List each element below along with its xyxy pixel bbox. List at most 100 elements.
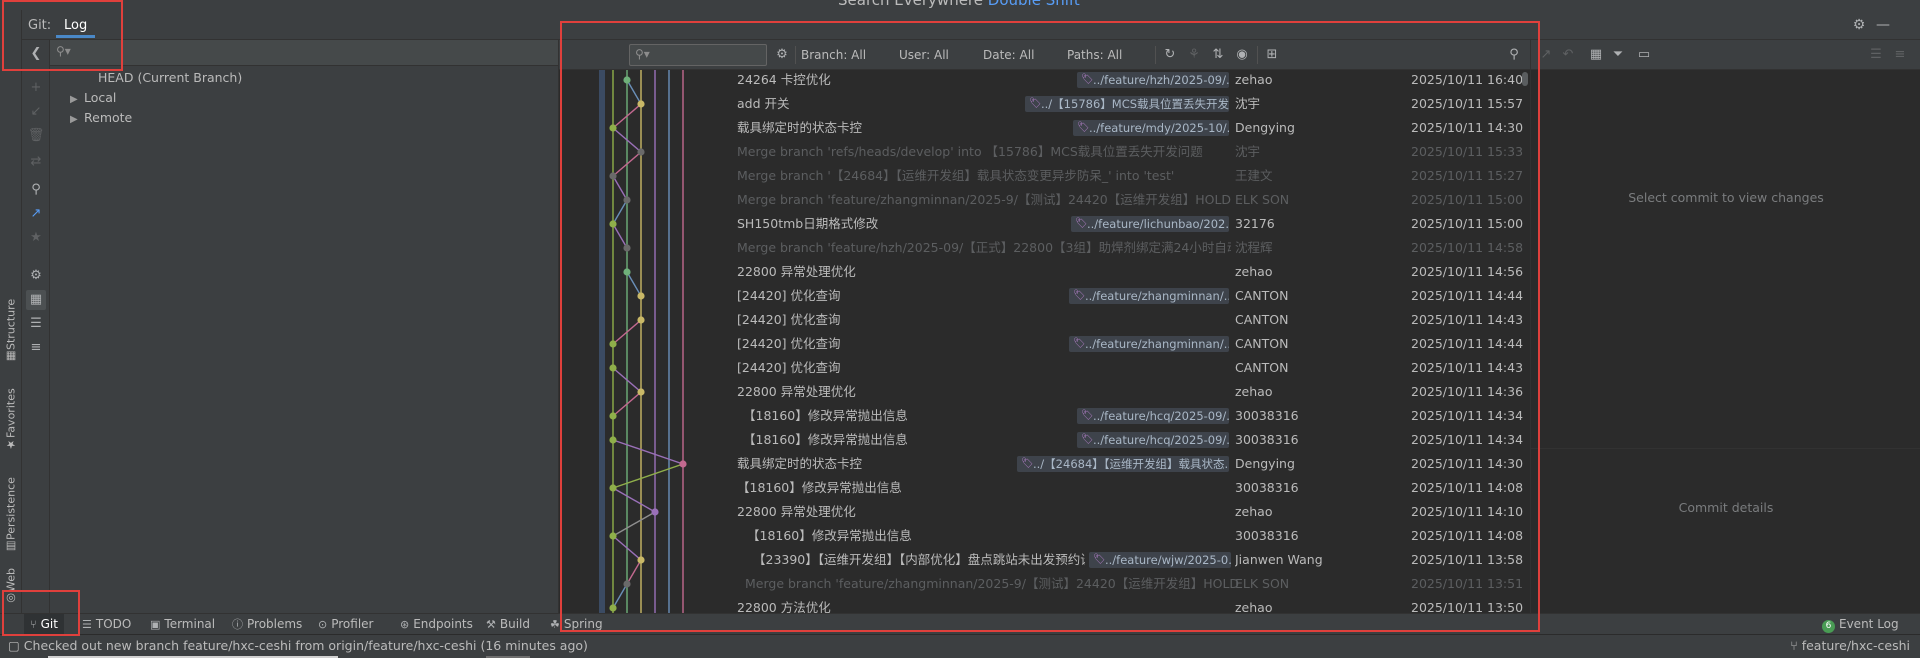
commit-row[interactable]: 【23390】【运维开发组】【内部优化】盘点跳站未出发预约设 🏷 ../featur… — [559, 548, 1531, 572]
commit-row[interactable]: 22800 异常处理优化 zehao 2025/10/11 14:36 — [559, 380, 1531, 404]
branch-tree-local[interactable]: ▶ Local — [70, 88, 116, 108]
expand-all-icon[interactable]: ☰ — [1867, 46, 1885, 64]
commit-list-scrollbar[interactable] — [1522, 72, 1528, 86]
branch-ref-label[interactable]: 🏷 ../feature/mdy/2025-10/... — [1073, 120, 1229, 136]
commit-row[interactable]: 22800 异常处理优化 zehao 2025/10/11 14:10 — [559, 500, 1531, 524]
profiler-tool-button[interactable]: ⊙ Profiler — [312, 614, 379, 635]
branch-ref-label[interactable]: 🏷 ../feature/hcq/2025-09/... — [1077, 432, 1229, 448]
commit-date: 2025/10/11 16:40 — [1411, 72, 1524, 87]
search-icon[interactable]: ⚲ — [26, 180, 46, 200]
commit-row[interactable]: add 开关 🏷 ../【15786】MCS载具位置丢失开发... 沈宇 2025/10… — [559, 92, 1531, 116]
delete-branch-icon[interactable]: 🗑 — [26, 126, 46, 146]
web-tab[interactable]: ◎ Web — [2, 566, 20, 608]
commit-row[interactable]: Merge branch 'refs/heads/develop' into 【… — [559, 140, 1531, 164]
expand-all-icon[interactable]: ☰ — [26, 314, 46, 334]
head-branch-label: HEAD (Current Branch) — [98, 70, 243, 85]
branch-ref-label[interactable]: 🏷 ../feature/wjw/2025-0... — [1089, 552, 1231, 568]
terminal-tool-button[interactable]: ▣ Terminal — [144, 614, 221, 635]
commit-row[interactable]: [24420] 优化查询 🏷 ../feature/zhangminnan/... C… — [559, 284, 1531, 308]
branch-tree-head[interactable]: HEAD (Current Branch) — [98, 68, 242, 88]
current-branch-widget[interactable]: ⑂ feature/hxc-ceshi — [1790, 638, 1910, 653]
compare-icon[interactable]: ⇄ — [26, 152, 46, 172]
commit-row[interactable]: 22800 方法优化 zehao 2025/10/11 13:50 — [559, 596, 1531, 613]
commit-row[interactable]: Merge branch 'feature/zhangminnan/2025-9… — [559, 188, 1531, 212]
commit-author: 沈程辉 — [1235, 240, 1273, 255]
find-icon[interactable]: ⚲ — [1505, 46, 1523, 64]
web-tab-label: Web — [4, 568, 18, 592]
commit-row[interactable]: 载具绑定时的状态卡控 🏷 ../feature/mdy/2025-10/... Den… — [559, 116, 1531, 140]
spring-tool-button[interactable]: ☘ Spring — [544, 614, 609, 635]
tab-log[interactable]: Log — [56, 14, 96, 38]
branch-ref-label[interactable]: 🏷 ../feature/lichunbao/202... — [1071, 216, 1229, 232]
layout-icon[interactable]: ▭ — [1635, 46, 1653, 64]
branch-filter[interactable]: Branch: All — [801, 46, 866, 64]
group-by-directory-icon[interactable]: ▦ — [26, 290, 46, 310]
navigate-log-icon[interactable]: ↗ — [26, 204, 46, 224]
log-settings-gear-icon[interactable]: ⚙ — [773, 46, 791, 64]
cherry-pick-icon[interactable]: ⚘ — [1185, 46, 1203, 64]
details-divider[interactable] — [1531, 448, 1920, 449]
update-icon[interactable]: ↙ — [26, 102, 46, 122]
commit-row[interactable]: SH150tmb日期格式修改 🏷 ../feature/lichunbao/202.… — [559, 212, 1531, 236]
commit-row[interactable]: 【18160】修改异常抛出信息 🏷 ../feature/hcq/2025-09/.… — [559, 428, 1531, 452]
branch-ref-label[interactable]: 🏷 ../feature/hcq/2025-09/... — [1077, 408, 1229, 424]
collapse-all-icon[interactable]: ≡ — [26, 338, 46, 358]
status-message[interactable]: ▢ Checked out new branch feature/hxc-ces… — [8, 638, 588, 653]
branch-ref-label[interactable]: 🏷 ../feature/zhangminnan/... — [1069, 336, 1229, 352]
favorite-branch-icon[interactable]: ★ — [26, 228, 46, 248]
commit-row[interactable]: 22800 异常处理优化 zehao 2025/10/11 14:56 — [559, 260, 1531, 284]
commit-row[interactable]: 24264 卡控优化 🏷 ../feature/hzh/2025-09/... zeh… — [559, 70, 1531, 92]
branch-ref-label[interactable]: 🏷 ../feature/zhangminnan/... — [1069, 288, 1229, 304]
favorites-tab[interactable]: ★ Favorites — [2, 380, 20, 454]
problems-tool-label: Problems — [247, 617, 303, 631]
commit-row[interactable]: 【18160】修改异常抛出信息 30038316 2025/10/11 14:08 — [559, 476, 1531, 500]
branch-tree-remote[interactable]: ▶ Remote — [70, 108, 132, 128]
branch-search-field[interactable]: ⚲▾ — [50, 40, 558, 66]
branch-ref-label[interactable]: 🏷 ../【24684】【运维开发组】载具状态... — [1017, 456, 1229, 472]
endpoints-tool-button[interactable]: ⊛ Endpoints — [394, 614, 479, 635]
commit-row[interactable]: Merge branch '【24684】【运维开发组】载具状态变更异步防呆_'… — [559, 164, 1531, 188]
edit-source-icon[interactable]: ↗ — [1537, 46, 1555, 64]
commit-author: Dengying — [1235, 456, 1295, 471]
git-tool-button[interactable]: ⑂ Git — [24, 614, 64, 635]
commit-row[interactable]: 【18160】修改异常抛出信息 🏷 ../feature/hcq/2025-09/.… — [559, 404, 1531, 428]
profiler-icon: ⊙ — [318, 618, 328, 631]
commit-row[interactable]: 载具绑定时的状态卡控 🏷 ../【24684】【运维开发组】载具状态... Dengy… — [559, 452, 1531, 476]
spring-leaf-icon: ☘ — [550, 618, 560, 631]
branch-ref-text: ../feature/zhangminnan/... — [1085, 337, 1229, 351]
problems-tool-button[interactable]: ⓘ Problems — [226, 614, 308, 635]
commit-row[interactable]: Merge branch 'feature/hzh/2025-09/【正式】22… — [559, 236, 1531, 260]
tag-icon: 🏷 — [1077, 122, 1090, 133]
log-search-input[interactable]: ⚲▾ — [629, 44, 767, 66]
filter-icon[interactable]: ⏷ — [1609, 46, 1627, 64]
revert-icon[interactable]: ↶ — [1559, 46, 1577, 64]
group-by-icon[interactable]: ▦ — [1587, 46, 1605, 64]
commit-row[interactable]: [24420] 优化查询 CANTON 2025/10/11 14:43 — [559, 308, 1531, 332]
view-options-eye-icon[interactable]: ◉ — [1233, 46, 1251, 64]
new-branch-icon[interactable]: + — [26, 78, 46, 98]
todo-tool-button[interactable]: ☰ TODO — [76, 614, 137, 635]
build-tool-button[interactable]: ⚒ Build — [480, 614, 536, 635]
commit-row[interactable]: Merge branch 'feature/zhangminnan/2025-9… — [559, 572, 1531, 596]
paths-filter[interactable]: Paths: All — [1067, 46, 1122, 64]
structure-tab[interactable]: ▦ Structure — [2, 299, 20, 366]
commit-row[interactable]: 【18160】修改异常抛出信息 30038316 2025/10/11 14:08 — [559, 524, 1531, 548]
event-log-tool-button[interactable]: 6 Event Log — [1816, 614, 1905, 635]
commit-list[interactable]: 24264 卡控优化 🏷 ../feature/hzh/2025-09/... zeh… — [559, 70, 1531, 613]
branch-ref-label[interactable]: 🏷 ../【15786】MCS载具位置丢失开发... — [1025, 96, 1229, 112]
settings-gear-icon[interactable]: ⚙ — [1850, 16, 1868, 34]
branch-settings-icon[interactable]: ⚙ — [26, 266, 46, 286]
refresh-icon[interactable]: ↻ — [1161, 46, 1179, 64]
branch-ref-label[interactable]: 🏷 ../feature/hzh/2025-09/... — [1077, 72, 1229, 88]
commit-row[interactable]: [24420] 优化查询 🏷 ../feature/zhangminnan/... C… — [559, 332, 1531, 356]
open-new-tab-icon[interactable]: ⊞ — [1263, 46, 1281, 64]
persistence-tab[interactable]: ▤ Persistence — [2, 466, 20, 556]
commit-row[interactable]: [24420] 优化查询 CANTON 2025/10/11 14:43 — [559, 356, 1531, 380]
date-filter[interactable]: Date: All — [983, 46, 1034, 64]
commit-date: 2025/10/11 13:58 — [1411, 552, 1524, 567]
user-filter[interactable]: User: All — [899, 46, 949, 64]
sort-icon[interactable]: ⇅ — [1209, 46, 1227, 64]
collapse-panel-icon[interactable]: ❮ — [26, 44, 46, 64]
collapse-all-icon[interactable]: ≡ — [1891, 46, 1909, 64]
minimize-icon[interactable]: — — [1874, 16, 1892, 34]
